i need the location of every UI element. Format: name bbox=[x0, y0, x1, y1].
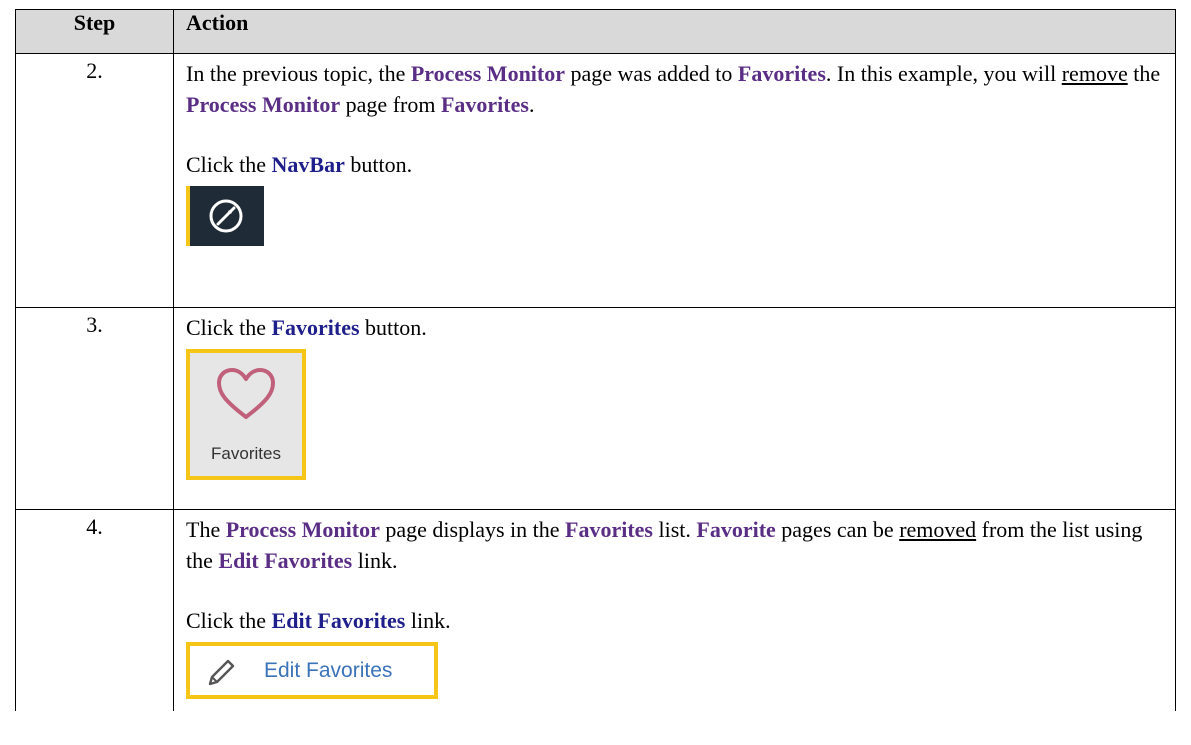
header-step: Step bbox=[15, 9, 174, 54]
action-instruction: Click the NavBar button. bbox=[186, 152, 413, 177]
action-paragraph: In the previous topic, the Process Monit… bbox=[186, 61, 1161, 117]
action-instruction: Click the Edit Favorites link. bbox=[186, 608, 451, 633]
edit-favorites-label: Edit Favorites bbox=[264, 659, 393, 682]
steps-table: Step Action 2. In the previous topic, th… bbox=[15, 9, 1176, 711]
compass-icon bbox=[209, 199, 243, 233]
action-cell: In the previous topic, the Process Monit… bbox=[173, 53, 1176, 308]
action-instruction: Click the Favorites button. bbox=[186, 315, 427, 340]
table-row: 4. The Process Monitor page displays in … bbox=[15, 509, 1176, 711]
table-header-row: Step Action bbox=[15, 9, 1176, 54]
action-cell: The Process Monitor page displays in the… bbox=[173, 509, 1176, 711]
pencil-icon bbox=[208, 659, 235, 686]
heart-icon bbox=[217, 368, 275, 419]
step-number: 3. bbox=[15, 307, 174, 510]
action-cell: Click the Favorites button. Favorites bbox=[173, 307, 1176, 510]
action-paragraph: The Process Monitor page displays in the… bbox=[186, 517, 1143, 573]
header-action: Action bbox=[173, 9, 1176, 54]
step-number: 2. bbox=[15, 53, 174, 308]
edit-favorites-link-screenshot: Edit Favorites bbox=[186, 642, 438, 699]
navbar-button-screenshot bbox=[186, 186, 264, 246]
step-number: 4. bbox=[15, 509, 174, 711]
favorites-button-screenshot: Favorites bbox=[186, 349, 306, 480]
table-row: 3. Click the Favorites button. Favorites bbox=[15, 307, 1176, 510]
favorites-label: Favorites bbox=[211, 444, 281, 463]
table-row: 2. In the previous topic, the Process Mo… bbox=[15, 53, 1176, 308]
